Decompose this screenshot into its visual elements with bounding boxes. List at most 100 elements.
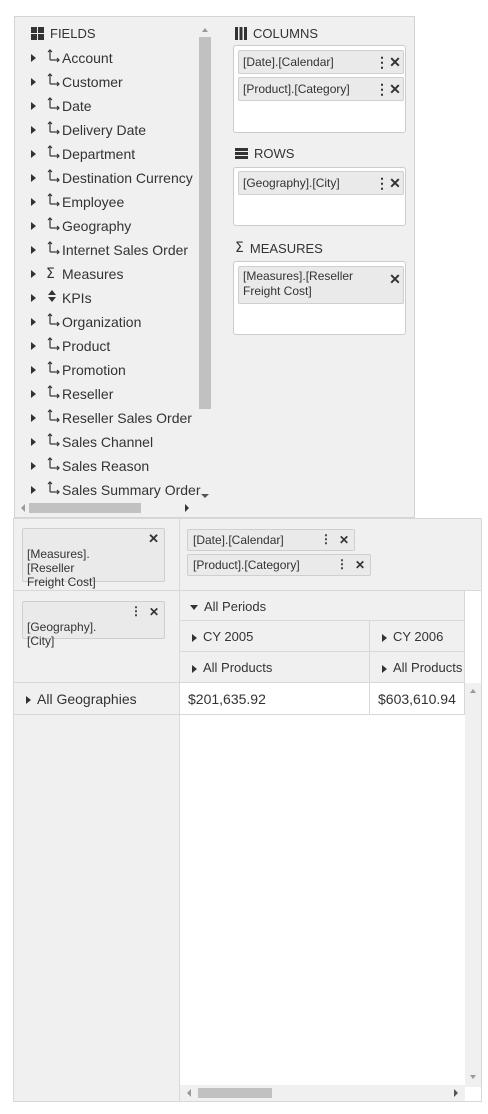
scroll-thumb[interactable] [199,37,211,409]
column-header-all-products-2[interactable]: All Products [370,652,465,683]
grid-measure-chip[interactable]: [Measures]. [Reseller Freight Cost] ✕ [22,528,165,589]
kebab-menu-icon[interactable]: ⋮ [375,176,389,190]
column-header-cy2006[interactable]: CY 2006 [370,621,465,652]
close-icon[interactable]: ✕ [387,271,403,288]
scroll-right-icon[interactable] [451,1085,461,1101]
expand-icon[interactable] [31,294,36,302]
measure-chip[interactable]: [Measures].[Reseller Freight Cost] ✕ [238,266,404,304]
expand-icon[interactable] [31,174,36,182]
expand-icon[interactable] [31,438,36,446]
grid-column-chip-date[interactable]: [Date].[Calendar] ⋮ ✕ [187,529,355,551]
field-label: Promotion [62,362,126,378]
chip-label: [Product].[Category] [243,82,350,96]
expand-icon[interactable] [31,318,36,326]
field-item[interactable]: KPIs [31,288,213,308]
kebab-menu-icon[interactable]: ⋮ [130,604,142,618]
column-header-cy2005[interactable]: CY 2005 [180,621,370,652]
expand-icon[interactable] [31,198,36,206]
expand-icon[interactable] [26,696,31,705]
collapse-icon[interactable] [190,605,198,611]
row-header-all-geographies[interactable]: All Geographies [14,683,180,715]
expand-icon[interactable] [192,633,197,642]
expand-icon[interactable] [382,664,387,673]
grid-column-chip-product[interactable]: [Product].[Category] ⋮ ✕ [187,554,371,576]
kebab-menu-icon[interactable]: ⋮ [375,55,389,69]
column-chip-date[interactable]: [Date].[Calendar] ⋮ ✕ [238,50,404,74]
fields-horizontal-scrollbar[interactable] [19,501,211,515]
field-item[interactable]: Sales Summary Order [31,480,213,500]
expand-icon[interactable] [31,78,36,86]
field-item[interactable]: Date [31,96,213,116]
kebab-menu-icon[interactable]: ⋮ [320,532,332,546]
rows-drop-area[interactable]: [Geography].[City] ⋮ ✕ [233,167,406,226]
field-item[interactable]: Account [31,48,213,68]
field-item[interactable]: Employee [31,192,213,212]
field-item[interactable]: Department [31,144,213,164]
scroll-left-icon[interactable] [19,501,27,515]
field-item[interactable]: Geography [31,216,213,236]
scroll-down-icon[interactable] [199,491,211,501]
expand-icon[interactable] [31,462,36,470]
hscroll-thumb[interactable] [29,503,141,513]
field-label: Reseller [62,386,114,402]
row-chip-geography[interactable]: [Geography].[City] ⋮ ✕ [238,171,404,195]
expand-icon[interactable] [31,366,36,374]
scroll-left-icon[interactable] [184,1085,194,1101]
scroll-up-icon[interactable] [465,685,481,697]
grid-row-chip[interactable]: [Geography]. [City] ⋮ ✕ [22,601,165,648]
expand-icon[interactable] [31,222,36,230]
column-header-all-products-1[interactable]: All Products [180,652,370,683]
value-cell[interactable]: $603,610.94 [370,683,465,715]
field-item[interactable]: Internet Sales Order [31,240,213,260]
kebab-menu-icon[interactable]: ⋮ [375,82,389,96]
field-item[interactable]: Reseller [31,384,213,404]
close-icon[interactable]: ✕ [148,532,159,546]
column-chip-product[interactable]: [Product].[Category] ⋮ ✕ [238,77,404,101]
expand-icon[interactable] [192,664,197,673]
field-label: Sales Reason [62,458,150,474]
field-item[interactable]: Delivery Date [31,120,213,140]
grid-horizontal-scrollbar[interactable] [180,1085,465,1101]
expand-icon[interactable] [31,54,36,62]
close-icon[interactable]: ✕ [387,175,403,192]
columns-header: COLUMNS [235,26,318,41]
close-icon[interactable]: ✕ [355,558,365,572]
close-icon[interactable]: ✕ [387,54,403,71]
field-label: Employee [62,194,125,210]
field-label: Destination Currency [62,170,193,186]
expand-icon[interactable] [31,102,36,110]
expand-icon[interactable] [31,486,36,494]
field-item[interactable]: Organization [31,312,213,332]
hierarchy-icon [46,145,62,163]
measures-drop-area[interactable]: [Measures].[Reseller Freight Cost] ✕ [233,261,406,335]
close-icon[interactable]: ✕ [339,533,349,547]
field-item[interactable]: Product [31,336,213,356]
scroll-up-icon[interactable] [199,25,211,35]
field-item[interactable]: Customer [31,72,213,92]
field-item[interactable]: Sales Reason [31,456,213,476]
expand-icon[interactable] [382,633,387,642]
columns-drop-area[interactable]: [Date].[Calendar] ⋮ ✕ [Product].[Categor… [233,45,406,133]
expand-icon[interactable] [31,126,36,134]
expand-icon[interactable] [31,246,36,254]
expand-icon[interactable] [31,342,36,350]
expand-icon[interactable] [31,414,36,422]
close-icon[interactable]: ✕ [149,605,159,619]
grid-vertical-scrollbar[interactable] [465,683,481,1087]
hscroll-thumb[interactable] [198,1088,272,1098]
expand-icon[interactable] [31,150,36,158]
fields-vertical-scrollbar[interactable] [199,25,211,505]
scroll-right-icon[interactable] [183,501,191,515]
field-item[interactable]: Destination Currency [31,168,213,188]
field-item[interactable]: Promotion [31,360,213,380]
value-cell[interactable]: $201,635.92 [180,683,370,715]
expand-icon[interactable] [31,390,36,398]
kebab-menu-icon[interactable]: ⋮ [336,557,348,571]
field-item[interactable]: Σ Measures [31,264,213,284]
scroll-down-icon[interactable] [465,1071,481,1083]
field-item[interactable]: Reseller Sales Order [31,408,213,428]
column-header-all-periods[interactable]: All Periods [180,591,465,621]
field-item[interactable]: Sales Channel [31,432,213,452]
expand-icon[interactable] [31,270,36,278]
close-icon[interactable]: ✕ [387,81,403,98]
